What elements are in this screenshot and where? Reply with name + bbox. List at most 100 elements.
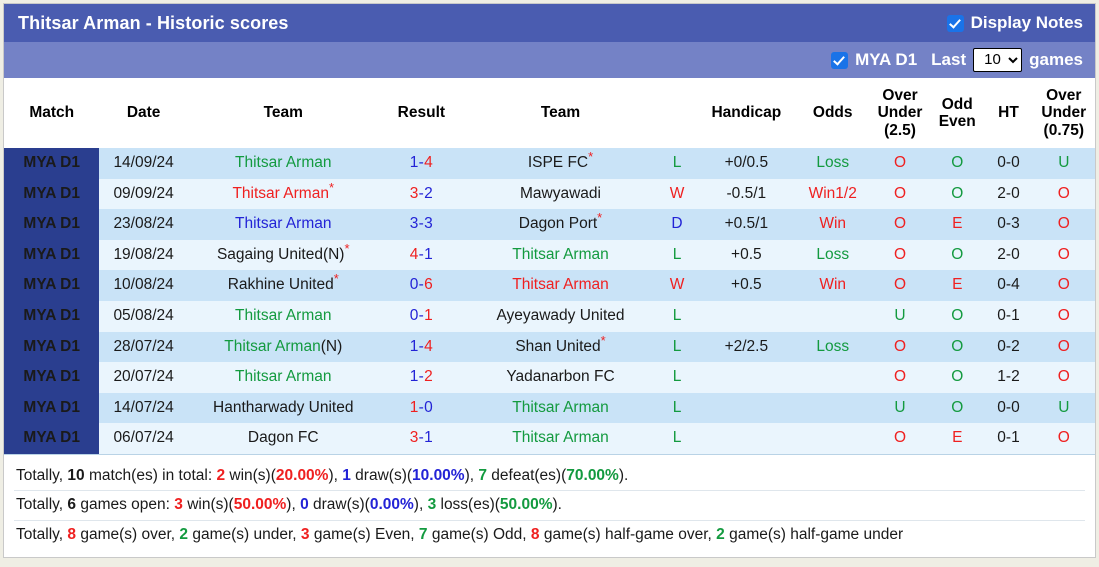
away-team[interactable]: Ayeyawady United <box>464 301 657 332</box>
home-team[interactable]: Thitsar Arman(N) <box>187 331 379 363</box>
odd-even-text: E <box>952 276 963 294</box>
table-row[interactable]: MYA D1 23/08/24 Thitsar Arman 3-3 Dagon Port… <box>4 209 1095 240</box>
table-row[interactable]: MYA D1 14/07/24 Hantharwady United 1-0 Thits… <box>4 392 1095 424</box>
half-time-score-text: 0-0 <box>997 398 1020 416</box>
over-under-25: O <box>869 423 931 455</box>
match-result[interactable]: 3-1 <box>378 423 465 455</box>
table-header: Match Date Team Result Team Handicap Odd… <box>4 78 1095 149</box>
odds-result: Win <box>795 270 870 302</box>
summary1-t7: defeat(es)( <box>487 467 567 485</box>
home-team[interactable]: Thitsar Arman <box>187 362 379 393</box>
league-badge[interactable]: MYA D1 <box>4 209 100 240</box>
match-date: 28/07/24 <box>99 331 188 363</box>
match-result[interactable]: 3-2 <box>378 178 465 210</box>
col-header-over-under-075[interactable]: Over Under (0.75) <box>1032 78 1095 149</box>
away-team[interactable]: Thitsar Arman <box>464 239 657 271</box>
win-draw-loss: W <box>656 178 698 210</box>
away-team[interactable]: Thitsar Arman <box>464 423 657 455</box>
over-under-075: O <box>1032 270 1095 302</box>
away-team[interactable]: Thitsar Arman <box>464 270 657 302</box>
col-header-odds[interactable]: Odds <box>795 78 870 149</box>
col-header-over-under-25-line2: Under <box>877 104 923 122</box>
table-row[interactable]: MYA D1 09/09/24 Thitsar Arman* 3-2 Mawyawadi… <box>4 178 1095 210</box>
away-team[interactable]: Shan United* <box>464 331 657 363</box>
half-time-score: 0-1 <box>984 423 1033 455</box>
home-team[interactable]: Thitsar Arman <box>187 209 379 240</box>
league-badge[interactable]: MYA D1 <box>4 239 100 271</box>
summary2-draws: 0 <box>300 496 309 514</box>
col-header-handicap[interactable]: Handicap <box>697 78 796 149</box>
half-time-score-text: 0-0 <box>997 154 1020 172</box>
display-notes-checkbox-icon[interactable] <box>946 14 964 32</box>
half-time-score: 2-0 <box>984 178 1033 210</box>
col-header-ht[interactable]: HT <box>984 78 1033 149</box>
summary3-half-over: 8 <box>530 525 540 543</box>
table-row[interactable]: MYA D1 10/08/24 Rakhine United* 0-6 Thitsar … <box>4 270 1095 302</box>
league-badge[interactable]: MYA D1 <box>4 301 100 332</box>
odd-even: O <box>930 392 985 424</box>
last-games-group: Last 6102030 games <box>931 48 1083 72</box>
half-time-score-text: 0-3 <box>997 215 1020 233</box>
col-header-over-under-25[interactable]: Over Under (2.5) <box>869 78 931 149</box>
home-team[interactable]: Thitsar Arman <box>187 148 379 179</box>
match-result[interactable]: 0-1 <box>378 301 465 332</box>
match-date: 09/09/24 <box>99 178 188 210</box>
col-header-team-home[interactable]: Team <box>187 78 379 149</box>
col-header-team-away[interactable]: Team <box>464 78 657 149</box>
col-header-result[interactable]: Result <box>378 78 465 149</box>
table-row[interactable]: MYA D1 28/07/24 Thitsar Arman(N) 1-4 Shan Un… <box>4 331 1095 363</box>
home-team[interactable]: Rakhine United* <box>187 270 379 302</box>
away-team[interactable]: Mawyawadi <box>464 178 657 210</box>
league-badge[interactable]: MYA D1 <box>4 178 100 210</box>
half-time-score-text: 2-0 <box>997 245 1020 263</box>
away-team[interactable]: ISPE FC* <box>464 148 657 179</box>
col-header-odd-even[interactable]: Odd Even <box>930 78 985 149</box>
league-badge[interactable]: MYA D1 <box>4 392 100 424</box>
away-team[interactable]: Thitsar Arman <box>464 392 657 424</box>
odds-result <box>795 301 870 332</box>
match-result[interactable]: 1-4 <box>378 331 465 363</box>
table-row[interactable]: MYA D1 19/08/24 Sagaing United(N)* 4-1 Thits… <box>4 239 1095 271</box>
home-team[interactable]: Thitsar Arman* <box>187 178 379 210</box>
win-draw-loss: L <box>656 148 698 179</box>
win-draw-loss: L <box>656 239 698 271</box>
over-under-075: O <box>1032 178 1095 210</box>
league-badge[interactable]: MYA D1 <box>4 270 100 302</box>
odd-even-text: E <box>952 429 963 447</box>
league-badge[interactable]: MYA D1 <box>4 148 100 179</box>
games-count-select[interactable]: 6102030 <box>973 48 1023 72</box>
handicap-value <box>697 423 796 455</box>
table-row[interactable]: MYA D1 14/09/24 Thitsar Arman 1-4 ISPE FC* L +… <box>4 148 1095 179</box>
home-team-text: Thitsar Arman <box>232 184 329 202</box>
over-under-075: O <box>1032 239 1095 271</box>
table-row[interactable]: MYA D1 05/08/24 Thitsar Arman 0-1 Ayeyawady … <box>4 301 1095 332</box>
home-team[interactable]: Hantharwady United <box>187 392 379 424</box>
over-under-25: O <box>869 331 931 363</box>
match-result[interactable]: 1-0 <box>378 392 465 424</box>
match-result[interactable]: 3-3 <box>378 209 465 240</box>
league-badge[interactable]: MYA D1 <box>4 362 100 393</box>
table-row[interactable]: MYA D1 20/07/24 Thitsar Arman 1-2 Yadanarbon… <box>4 362 1095 393</box>
table-row[interactable]: MYA D1 06/07/24 Dagon FC 3-1 Thitsar Arman L O… <box>4 423 1095 455</box>
league-badge[interactable]: MYA D1 <box>4 331 100 363</box>
summary3-t4: game(s) Even, <box>309 525 419 543</box>
col-header-date[interactable]: Date <box>99 78 188 149</box>
over-under-075-text: O <box>1057 368 1070 386</box>
display-notes-toggle[interactable]: Display Notes <box>946 13 1083 33</box>
match-result[interactable]: 4-1 <box>378 239 465 271</box>
away-team[interactable]: Yadanarbon FC <box>464 362 657 393</box>
summary1-total: 10 <box>67 467 85 485</box>
match-result[interactable]: 1-4 <box>378 148 465 179</box>
league-filter-toggle[interactable]: MYA D1 <box>831 50 917 70</box>
match-result[interactable]: 0-6 <box>378 270 465 302</box>
away-team[interactable]: Dagon Port* <box>464 209 657 240</box>
league-badge[interactable]: MYA D1 <box>4 423 100 455</box>
home-team[interactable]: Thitsar Arman <box>187 301 379 332</box>
over-under-25-text: O <box>893 276 907 294</box>
match-date-text: 05/08/24 <box>113 307 174 325</box>
home-team[interactable]: Sagaing United(N)* <box>187 239 379 271</box>
col-header-match[interactable]: Match <box>4 78 100 149</box>
league-filter-checkbox-icon[interactable] <box>831 51 849 69</box>
match-result[interactable]: 1-2 <box>378 362 465 393</box>
home-team[interactable]: Dagon FC <box>187 423 379 455</box>
